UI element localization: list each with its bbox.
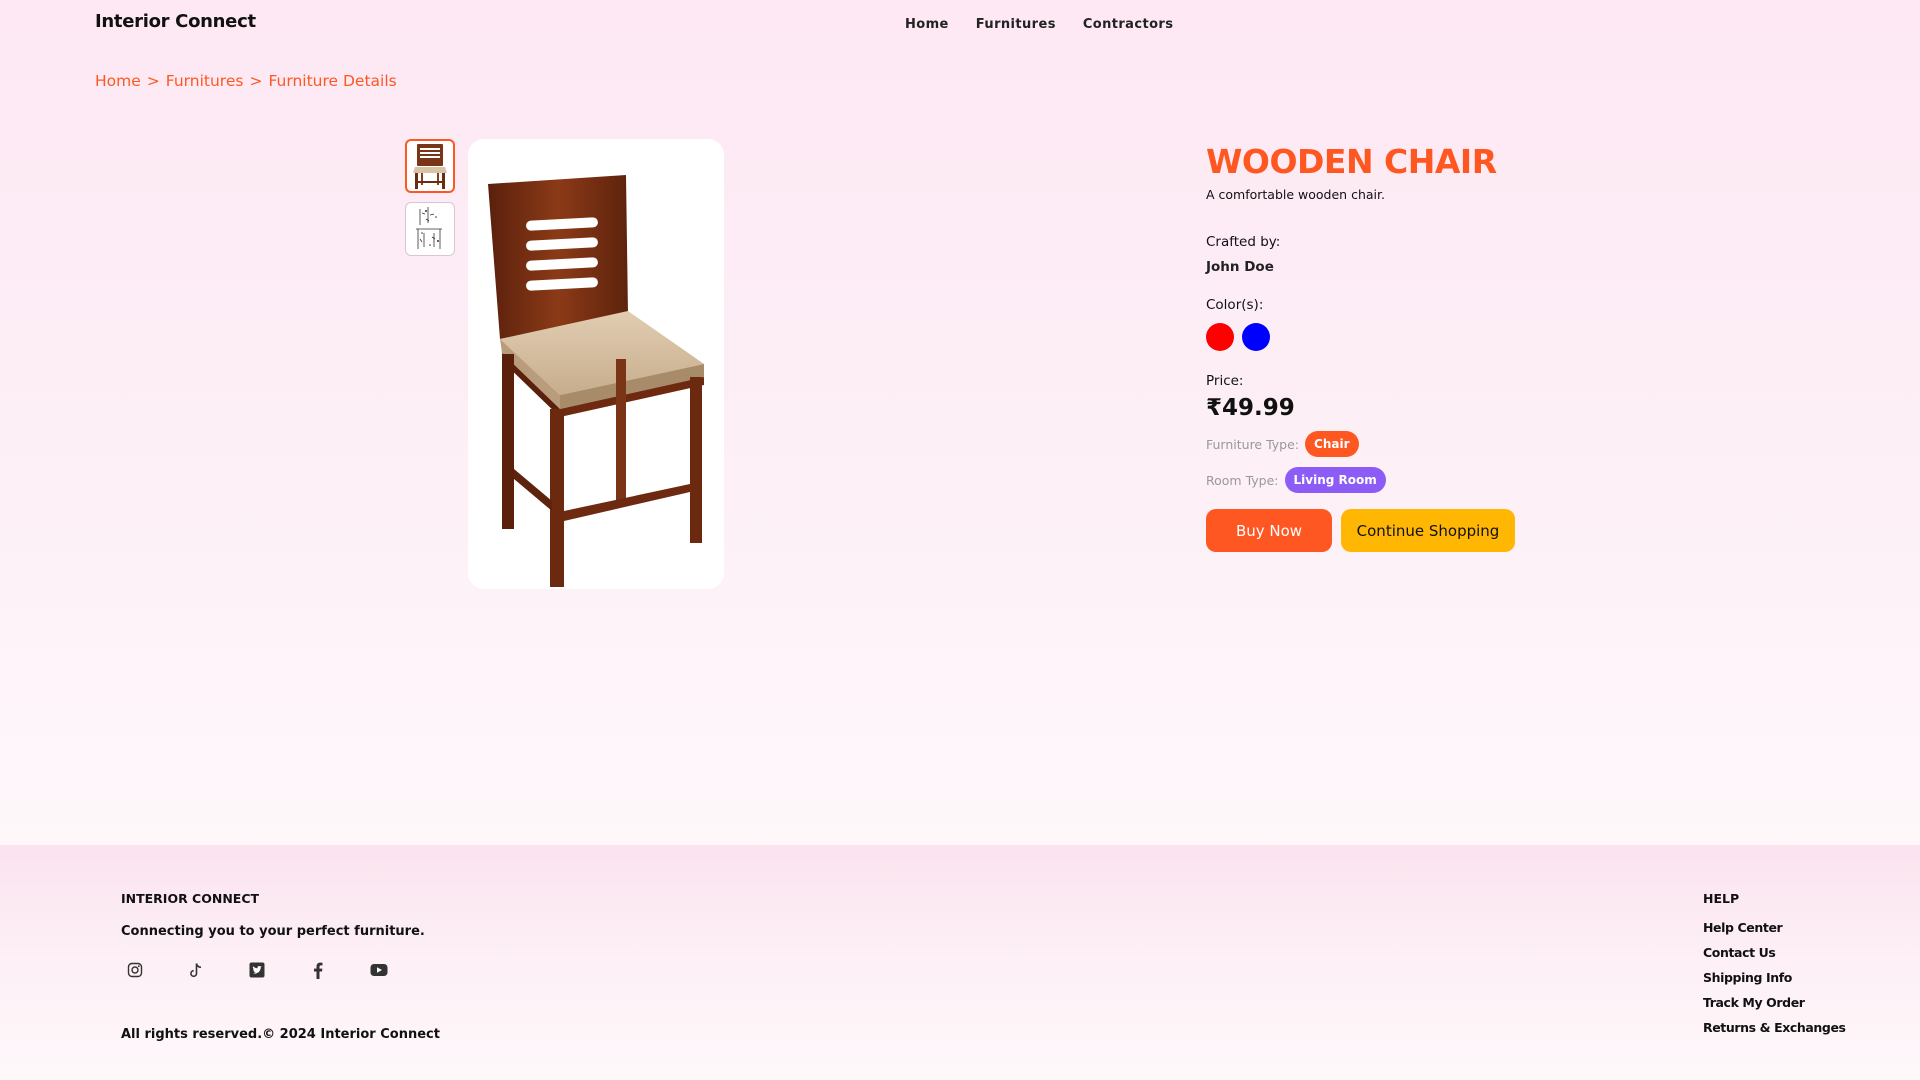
room-type-badge: Living Room xyxy=(1284,467,1386,493)
chair-thumbnail-image xyxy=(413,144,447,189)
track-order-link[interactable]: Track My Order xyxy=(1703,995,1846,1010)
room-type-row: Room Type: Living Room xyxy=(1206,467,1706,493)
help-title: HELP xyxy=(1703,891,1740,906)
breadcrumb: Home > Furnitures > Furniture Details xyxy=(95,72,397,90)
price-label: Price: xyxy=(1206,373,1244,389)
nav-home[interactable]: Home xyxy=(905,17,949,32)
main-nav: Home Furnitures Contractors xyxy=(905,17,1173,32)
site-header: Interior Connect Home Furnitures Contrac… xyxy=(0,0,1920,60)
shipping-info-link[interactable]: Shipping Info xyxy=(1703,970,1846,985)
room-type-label: Room Type: xyxy=(1206,472,1279,488)
breadcrumb-separator: > xyxy=(146,72,160,90)
social-links xyxy=(122,957,392,983)
thumbnail-list xyxy=(405,139,455,256)
furniture-type-row: Furniture Type: Chair xyxy=(1206,431,1706,457)
contact-us-link[interactable]: Contact Us xyxy=(1703,945,1846,960)
buy-now-button[interactable]: Buy Now xyxy=(1206,509,1332,552)
furniture-type-label: Furniture Type: xyxy=(1206,436,1300,452)
chair-sketch-image xyxy=(416,207,442,249)
breadcrumb-furnitures[interactable]: Furnitures xyxy=(166,72,244,90)
nav-contractors[interactable]: Contractors xyxy=(1083,17,1174,32)
facebook-icon[interactable] xyxy=(305,957,331,983)
crafter-name: John Doe xyxy=(1206,259,1274,275)
product-title: WOODEN CHAIR xyxy=(1206,142,1497,181)
color-swatches xyxy=(1206,323,1706,351)
footer-tagline: Connecting you to your perfect furniture… xyxy=(121,924,425,939)
color-swatch-red[interactable] xyxy=(1206,323,1234,351)
youtube-icon[interactable] xyxy=(366,957,392,983)
product-description: A comfortable wooden chair. xyxy=(1206,187,1385,202)
returns-exchanges-link[interactable]: Returns & Exchanges xyxy=(1703,1020,1846,1035)
product-details: WOODEN CHAIR A comfortable wooden chair.… xyxy=(1206,140,1706,552)
copyright-text: All rights reserved.© 2024 Interior Conn… xyxy=(121,1027,440,1042)
wooden-chair-image xyxy=(488,175,704,587)
footer-brand: INTERIOR CONNECT xyxy=(121,891,260,906)
color-swatch-blue[interactable] xyxy=(1242,323,1270,351)
crafted-by-label: Crafted by: xyxy=(1206,234,1281,250)
help-links: Help Center Contact Us Shipping Info Tra… xyxy=(1703,920,1846,1035)
product-main-image[interactable] xyxy=(468,139,724,589)
product-actions: Buy Now Continue Shopping xyxy=(1206,509,1706,552)
thumbnail-chair-front[interactable] xyxy=(405,139,455,193)
site-footer: INTERIOR CONNECT Connecting you to your … xyxy=(0,845,1920,1080)
thumbnail-chair-sketch[interactable] xyxy=(405,202,455,256)
help-center-link[interactable]: Help Center xyxy=(1703,920,1846,935)
instagram-icon[interactable] xyxy=(122,957,148,983)
tiktok-icon[interactable] xyxy=(183,957,209,983)
breadcrumb-separator: > xyxy=(249,72,263,90)
nav-furnitures[interactable]: Furnitures xyxy=(976,17,1056,32)
continue-shopping-button[interactable]: Continue Shopping xyxy=(1341,509,1515,552)
product-price: ₹49.99 xyxy=(1206,395,1295,421)
twitter-icon[interactable] xyxy=(244,957,270,983)
furniture-type-badge: Chair xyxy=(1305,431,1359,457)
brand-logo[interactable]: Interior Connect xyxy=(95,11,256,32)
colors-label: Color(s): xyxy=(1206,297,1264,313)
help-section: HELP Help Center Contact Us Shipping Inf… xyxy=(1703,891,1846,1035)
breadcrumb-current[interactable]: Furniture Details xyxy=(268,72,396,90)
breadcrumb-home[interactable]: Home xyxy=(95,72,141,90)
